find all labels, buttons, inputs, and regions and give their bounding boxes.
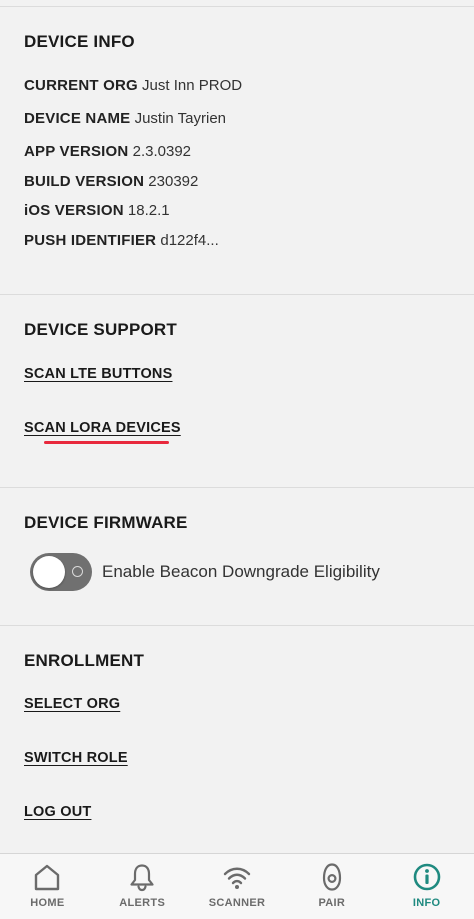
app-version-value: 2.3.0392 [132,143,192,160]
device-support-heading: DEVICE SUPPORT [24,320,177,339]
info-screen: DEVICE INFO CURRENT ORG Just Inn PROD DE… [0,0,474,919]
beacon-downgrade-row: Enable Beacon Downgrade Eligibility [30,552,380,592]
device-firmware-heading: DEVICE FIRMWARE [24,513,188,532]
switch-role-link[interactable]: SWITCH ROLE [24,750,128,766]
tab-scanner-label: SCANNER [208,897,266,909]
app-version-row: APP VERSION 2.3.0392 [24,143,191,160]
current-org-key: CURRENT ORG [24,77,138,94]
log-out-link[interactable]: LOG OUT [24,804,91,820]
beacon-icon [322,863,341,891]
toggle-knob [33,556,65,588]
tab-alerts[interactable]: ALERTS [95,854,190,919]
info-icon [413,863,440,891]
tab-pair[interactable]: PAIR [284,854,379,919]
bell-icon [130,864,154,892]
scan-lora-devices-link[interactable]: SCAN LORA DEVICES [24,420,181,436]
beacon-downgrade-label: Enable Beacon Downgrade Eligibility [102,562,380,581]
tab-info-label: INFO [412,897,441,909]
build-version-row: BUILD VERSION 230392 [24,173,198,190]
section-divider [0,294,474,295]
tab-home-label: HOME [30,897,65,909]
tab-alerts-label: ALERTS [119,897,166,909]
section-divider [0,625,474,626]
toggle-off-indicator-icon [72,566,83,577]
tab-scanner[interactable]: SCANNER [190,854,285,919]
scan-lte-buttons-link[interactable]: SCAN LTE BUTTONS [24,366,172,382]
ios-version-row: iOS VERSION 18.2.1 [24,202,170,219]
highlight-underline [44,441,169,444]
enrollment-heading: ENROLLMENT [24,651,145,670]
tab-pair-label: PAIR [318,897,346,909]
home-icon [35,864,60,891]
device-name-row: DEVICE NAME Justin Tayrien [24,110,226,127]
top-divider [0,0,474,7]
push-identifier-value: d122f4... [160,232,219,249]
ios-version-value: 18.2.1 [127,202,170,219]
build-version-value: 230392 [148,173,199,190]
build-version-key: BUILD VERSION [24,173,145,190]
current-org-value: Just Inn PROD [142,77,243,94]
tab-home[interactable]: HOME [0,854,95,919]
push-identifier-key: PUSH IDENTIFIER [24,232,157,249]
device-name-key: DEVICE NAME [24,110,131,127]
device-info-heading: DEVICE INFO [24,32,135,51]
select-org-link[interactable]: SELECT ORG [24,696,120,712]
device-name-value: Justin Tayrien [134,110,226,127]
tab-bar: HOME ALERTS SCANNER PAIR INFO [0,853,474,919]
beacon-downgrade-toggle[interactable] [30,553,92,591]
section-divider [0,487,474,488]
push-identifier-row: PUSH IDENTIFIER d122f4... [24,232,219,249]
app-version-key: APP VERSION [24,143,129,160]
current-org-row: CURRENT ORG Just Inn PROD [24,77,242,94]
wifi-icon [223,867,251,889]
ios-version-key: iOS VERSION [24,202,124,219]
tab-info[interactable]: INFO [379,854,474,919]
